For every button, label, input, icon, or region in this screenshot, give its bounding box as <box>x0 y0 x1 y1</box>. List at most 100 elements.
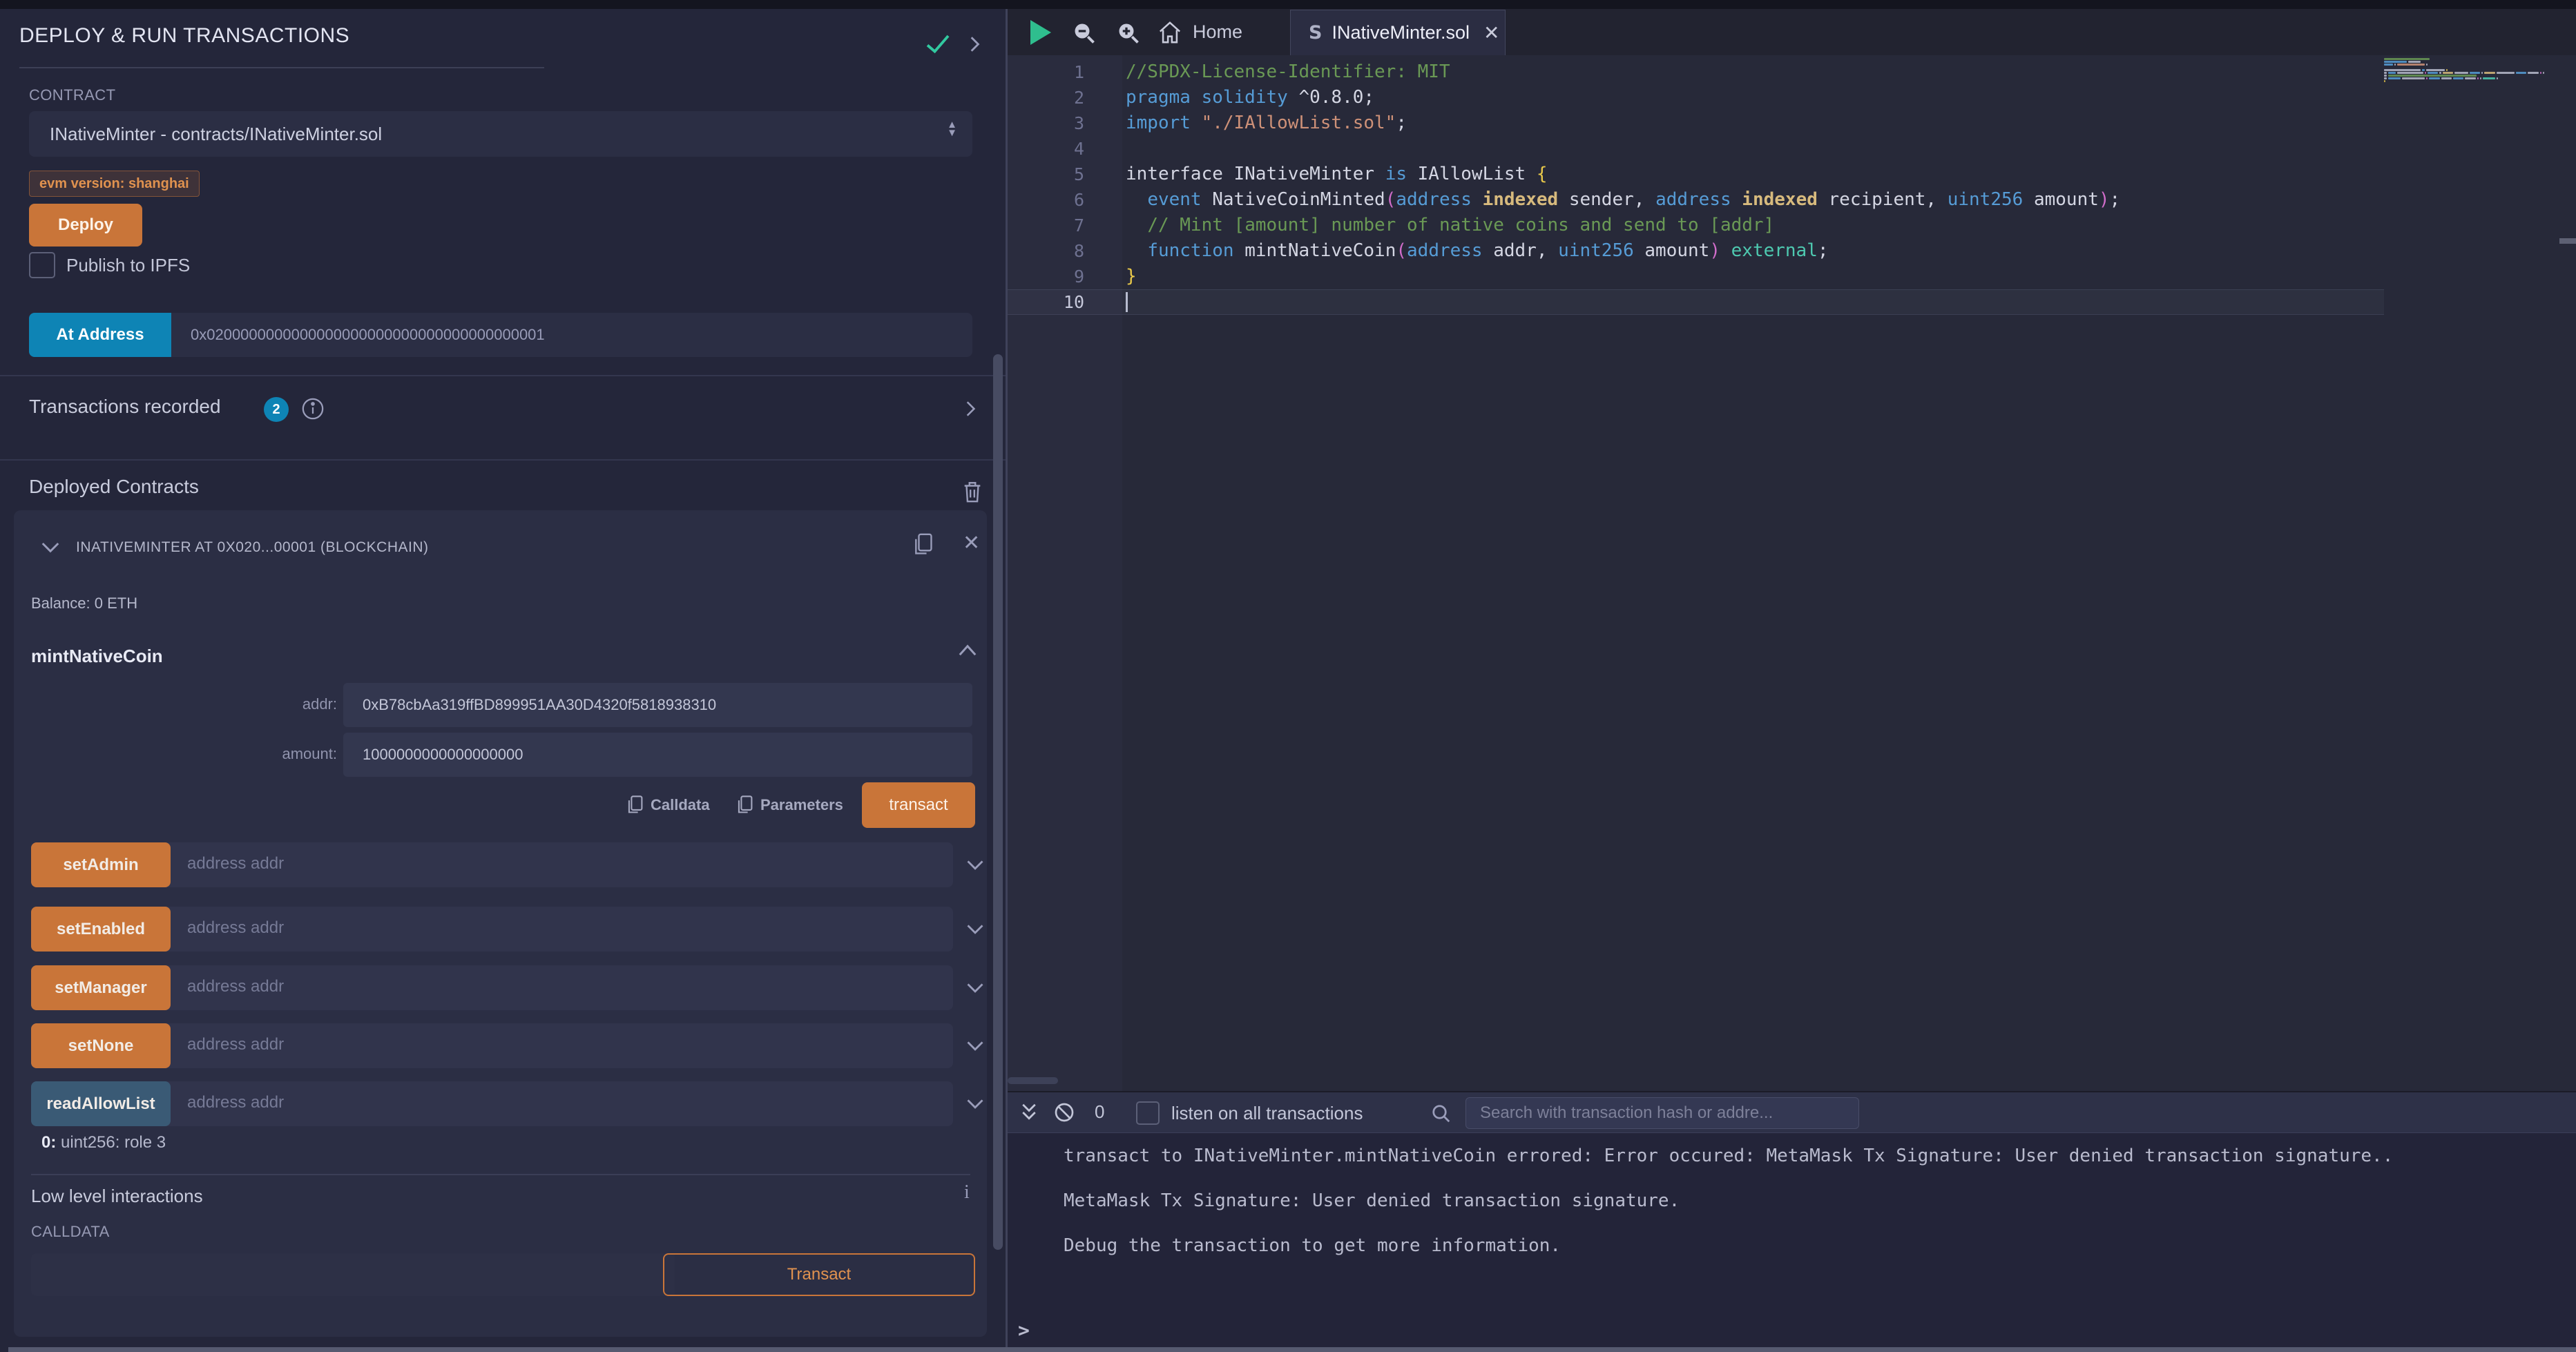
terminal-prompt[interactable]: > <box>1018 1319 1030 1342</box>
calldata-label: Calldata <box>651 796 710 814</box>
call-result-index: 0: <box>41 1133 56 1152</box>
parameters-label: Parameters <box>760 796 843 814</box>
tab-inativeminter-label: INativeMinter.sol <box>1332 22 1470 44</box>
terminal-line: transact to INativeMinter.mintNativeCoin… <box>1064 1145 2393 1190</box>
title-underline <box>19 67 544 68</box>
code-line-3: 3import "./IAllowList.sol"; <box>1008 110 2576 136</box>
listen-transactions-label: listen on all transactions <box>1171 1103 1363 1124</box>
transactions-recorded-label: Transactions recorded <box>29 396 221 418</box>
code-line-8: 8 function mintNativeCoin(address addr, … <box>1008 238 2576 264</box>
code-line-2: 2pragma solidity ^0.8.0; <box>1008 85 2576 110</box>
divider <box>0 375 1006 376</box>
copy-icon[interactable] <box>912 532 934 557</box>
info-icon[interactable]: i <box>964 1181 970 1204</box>
publish-ipfs-checkbox[interactable] <box>29 252 55 278</box>
at-address-input[interactable] <box>171 313 972 357</box>
zoom-in-icon[interactable] <box>1116 21 1141 46</box>
chevron-right-icon[interactable] <box>961 400 979 418</box>
deployed-contract-header: INATIVEMINTER AT 0X020...00001 (BLOCKCHA… <box>76 539 429 556</box>
clear-console-icon[interactable] <box>1053 1101 1075 1123</box>
code-line-10: 10 <box>1008 289 2576 315</box>
low-level-calldata-input[interactable] <box>31 1253 675 1296</box>
chevron-down-icon[interactable] <box>965 920 985 937</box>
minimap[interactable] <box>2384 58 2554 238</box>
function-row-setEnabled: setEnabled address addr <box>31 907 953 952</box>
zoom-out-icon[interactable] <box>1072 21 1097 46</box>
publish-ipfs-label: Publish to IPFS <box>66 255 190 276</box>
call-result: 0: uint256: role 3 <box>41 1133 166 1152</box>
code-line-9: 9} <box>1008 264 2576 289</box>
tab-home[interactable]: Home <box>1158 9 1242 55</box>
line-number: 5 <box>1008 162 1084 187</box>
chevron-up-icon[interactable] <box>957 641 978 659</box>
setEnabled-input-placeholder[interactable]: address addr <box>187 918 284 938</box>
top-strip <box>0 0 2576 9</box>
setNone-input-placeholder[interactable]: address addr <box>187 1035 284 1054</box>
readAllowList-button[interactable]: readAllowList <box>31 1081 171 1126</box>
home-icon <box>1158 21 1182 44</box>
deployed-contract-card: INATIVEMINTER AT 0X020...00001 (BLOCKCHA… <box>14 510 987 1337</box>
setNone-button[interactable]: setNone <box>31 1023 171 1068</box>
code-line-5: 5interface INativeMinter is IAllowList { <box>1008 162 2576 187</box>
setEnabled-button[interactable]: setEnabled <box>31 907 171 952</box>
line-number: 6 <box>1008 187 1084 213</box>
at-address-button[interactable]: At Address <box>29 313 171 357</box>
chevron-down-icon[interactable] <box>965 979 985 996</box>
panel-title: DEPLOY & RUN TRANSACTIONS <box>19 24 349 48</box>
amount-field-input[interactable] <box>343 733 972 777</box>
transact-button[interactable]: transact <box>862 782 975 828</box>
calldata-copy-button[interactable]: Calldata <box>626 795 710 815</box>
panel-scrollbar[interactable] <box>993 354 1003 1250</box>
line-number: 8 <box>1008 238 1084 264</box>
line-number: 2 <box>1008 85 1084 110</box>
horizontal-scrollbar[interactable] <box>1008 1077 1058 1084</box>
setAdmin-input-placeholder[interactable]: address addr <box>187 854 284 873</box>
setManager-button[interactable]: setManager <box>31 965 171 1010</box>
addr-field-label: addr: <box>254 695 337 713</box>
close-icon[interactable]: ✕ <box>963 531 980 555</box>
overview-ruler-marker <box>2559 238 2576 244</box>
trash-icon[interactable] <box>961 480 983 503</box>
editor-tabbar: Home S INativeMinter.sol ✕ <box>1008 9 2576 55</box>
close-icon[interactable]: ✕ <box>1483 21 1499 44</box>
chevron-right-icon[interactable] <box>965 35 983 53</box>
chevron-down-icon[interactable] <box>40 538 61 556</box>
terminal-search-input[interactable] <box>1465 1097 1859 1129</box>
collapse-terminal-icon[interactable] <box>1019 1102 1039 1123</box>
chevron-down-icon[interactable] <box>965 856 985 873</box>
divider <box>31 1174 970 1175</box>
transactions-count-badge: 2 <box>264 397 289 422</box>
deployed-contracts-title: Deployed Contracts <box>29 476 199 498</box>
chevron-down-icon[interactable] <box>965 1095 985 1112</box>
amount-field-label: amount: <box>254 745 337 763</box>
tab-inativeminter[interactable]: S INativeMinter.sol ✕ <box>1290 10 1506 55</box>
bottom-scrollbar[interactable] <box>8 1347 2576 1352</box>
function-row-setNone: setNone address addr <box>31 1023 953 1068</box>
calldata-section-label: CALLDATA <box>31 1223 110 1241</box>
low-level-transact-button[interactable]: Transact <box>663 1253 975 1296</box>
editor: Home S INativeMinter.sol ✕ 1//SPDX-Licen… <box>1008 9 2576 1103</box>
function-row-readAllowList: readAllowList address addr <box>31 1081 953 1126</box>
addr-field-input[interactable] <box>343 683 972 727</box>
solidity-file-icon: S <box>1309 22 1322 44</box>
listen-transactions-checkbox[interactable] <box>1136 1101 1160 1125</box>
function-name: mintNativeCoin <box>31 646 163 667</box>
terminal: 0 listen on all transactions transact to… <box>1008 1091 2576 1349</box>
contract-select[interactable]: INativeMinter - contracts/INativeMinter.… <box>29 111 972 157</box>
check-icon <box>925 34 950 55</box>
readAllowList-input-placeholder[interactable]: address addr <box>187 1093 284 1112</box>
code-line-1: 1//SPDX-License-Identifier: MIT <box>1008 59 2576 85</box>
setManager-input-placeholder[interactable]: address addr <box>187 977 284 996</box>
code-area[interactable]: 1//SPDX-License-Identifier: MIT2pragma s… <box>1008 55 2576 1103</box>
chevron-down-icon[interactable] <box>965 1037 985 1054</box>
line-number: 9 <box>1008 264 1084 289</box>
info-icon[interactable] <box>301 397 325 421</box>
setAdmin-button[interactable]: setAdmin <box>31 842 171 887</box>
deploy-button[interactable]: Deploy <box>29 204 142 247</box>
run-script-icon[interactable] <box>1030 20 1051 45</box>
parameters-copy-button[interactable]: Parameters <box>736 795 843 815</box>
code-line-7: 7 // Mint [amount] number of native coin… <box>1008 213 2576 238</box>
terminal-line: Debug the transaction to get more inform… <box>1064 1235 2393 1279</box>
code-line-4: 4 <box>1008 136 2576 162</box>
low-level-title: Low level interactions <box>31 1186 203 1207</box>
